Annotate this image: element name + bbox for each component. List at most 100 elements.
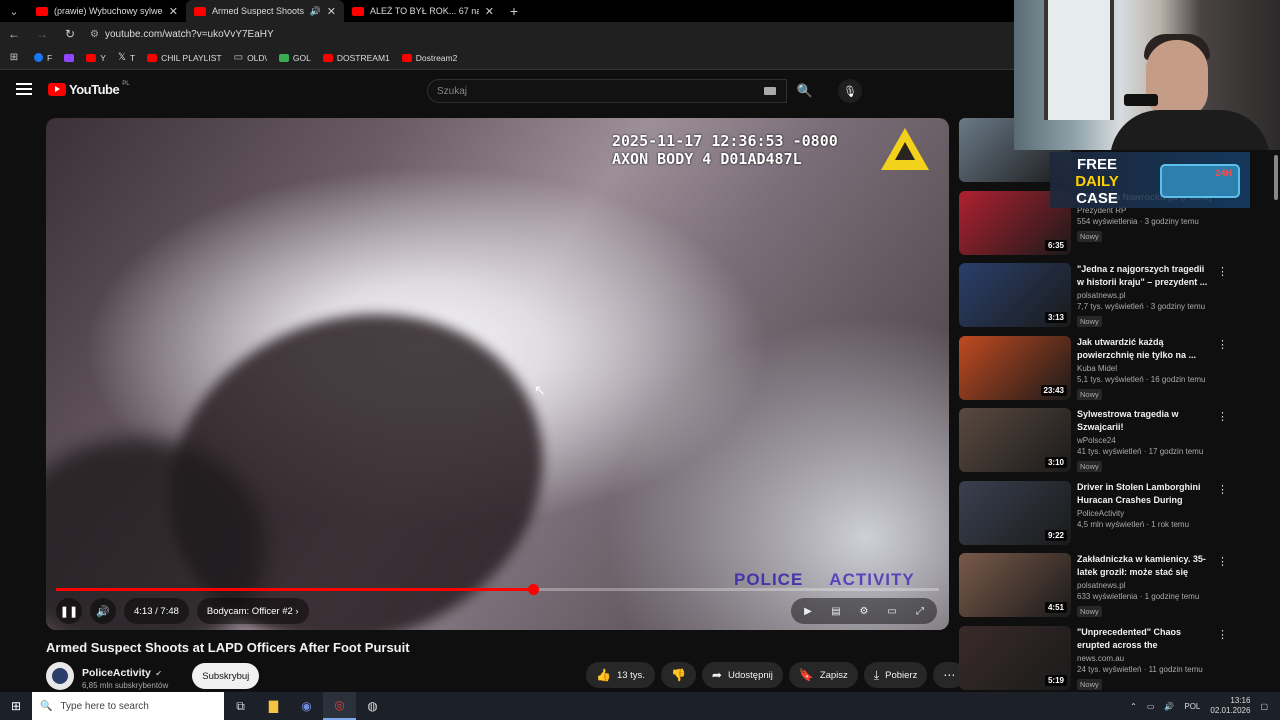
- browser-tab-3[interactable]: ALEŻ TO BYŁ ROK... 67 najlepsz ✕: [344, 0, 502, 22]
- tray-chevron-up-icon[interactable]: ⌃: [1130, 702, 1137, 711]
- language-indicator[interactable]: POL: [1184, 702, 1200, 711]
- recommended-video-info: "Unprecedented" Chaos erupted across the…: [1077, 626, 1212, 692]
- promo-text: FREE DAILY CASE: [1075, 156, 1119, 207]
- clock[interactable]: 13:16 02.01.2026: [1210, 696, 1250, 716]
- mute-button[interactable]: 🔊: [90, 598, 116, 624]
- recommended-title[interactable]: Sylwestrowa tragedia w Szwajcarii!: [1077, 408, 1212, 434]
- more-vertical-icon[interactable]: ⋮: [1217, 628, 1228, 641]
- chapter-button[interactable]: Bodycam: Officer #2 ›: [196, 598, 309, 624]
- share-button[interactable]: ➦ Udostępnij: [701, 662, 783, 688]
- recommended-channel[interactable]: polsatnews.pl: [1077, 291, 1212, 300]
- close-tab-icon[interactable]: ✕: [327, 5, 336, 18]
- more-horizontal-icon: ⋯: [943, 668, 956, 682]
- search-input[interactable]: Szukaj: [427, 79, 787, 103]
- bookmark-dostream1[interactable]: DOSTREAM1: [322, 53, 390, 63]
- youtube-logo[interactable]: YouTube PL: [48, 81, 130, 97]
- page-scrollbar[interactable]: [1272, 150, 1280, 690]
- reload-icon[interactable]: ↻: [62, 27, 78, 41]
- recommended-channel[interactable]: PoliceActivity: [1077, 509, 1212, 518]
- task-view-icon[interactable]: ⧉: [224, 692, 257, 720]
- more-vertical-icon[interactable]: ⋮: [1217, 483, 1228, 496]
- progress-bar[interactable]: [56, 584, 939, 595]
- dislike-button[interactable]: 👎: [660, 662, 696, 688]
- recommended-title[interactable]: "Unprecedented" Chaos erupted across the…: [1077, 626, 1212, 652]
- recommended-channel[interactable]: news.com.au: [1077, 654, 1212, 663]
- taskbar-search-input[interactable]: 🔍 Type here to search: [32, 692, 224, 720]
- back-arrow-icon[interactable]: ←: [6, 27, 22, 41]
- video-thumbnail[interactable]: 4:51: [959, 553, 1071, 617]
- file-explorer-icon[interactable]: ▇: [257, 692, 290, 720]
- video-thumbnail[interactable]: 3:13: [959, 263, 1071, 327]
- chrome-icon[interactable]: ◎: [323, 692, 356, 720]
- pause-button[interactable]: ❚❚: [56, 598, 82, 624]
- recommended-title[interactable]: Zakładniczka w kamienicy. 35-latek grozi…: [1077, 553, 1212, 579]
- menu-hamburger-icon[interactable]: [16, 83, 32, 95]
- subtitles-icon[interactable]: ▤: [829, 606, 843, 617]
- bookmark-dostream2[interactable]: Dostream2: [401, 53, 457, 63]
- obs-icon[interactable]: ◍: [356, 692, 389, 720]
- close-tab-icon[interactable]: ✕: [169, 5, 178, 18]
- video-player[interactable]: 2025-11-17 12:36:53 -0800 AXON BODY 4 D0…: [46, 118, 949, 630]
- bookmark-twitch[interactable]: [64, 53, 75, 62]
- recommended-title[interactable]: Jak utwardzić każdą powierzchnię nie tyl…: [1077, 336, 1212, 362]
- browser-tab-1[interactable]: (prawie) Wybuchowy sylwester ✕: [28, 0, 186, 22]
- tab-search-menu-icon[interactable]: ⌄: [0, 0, 28, 22]
- recommended-video[interactable]: 23:43 Jak utwardzić każdą powierzchnię ni…: [959, 335, 1229, 402]
- notifications-icon[interactable]: ▢: [1260, 702, 1268, 711]
- browser-tab-2-active[interactable]: Armed Suspect Shoots at LAPD 🔊 ✕: [186, 0, 344, 22]
- channel-name[interactable]: PoliceActivity: [82, 667, 151, 679]
- more-vertical-icon[interactable]: ⋮: [1217, 338, 1228, 351]
- settings-gear-icon[interactable]: ⚙: [857, 606, 871, 617]
- recommended-video[interactable]: 4:51 Zakładniczka w kamienicy. 35-latek g…: [959, 553, 1229, 619]
- recommended-title[interactable]: Driver in Stolen Lamborghini Huracan Cra…: [1077, 481, 1212, 507]
- recommended-video[interactable]: 3:13 "Jedna z najgorszych tragedii w hist…: [959, 263, 1229, 329]
- recommended-video[interactable]: 9:22 Driver in Stolen Lamborghini Huracan…: [959, 480, 1229, 547]
- bookmark-folder-old[interactable]: ▭ OLD\: [234, 52, 267, 63]
- download-button[interactable]: ⤓ Pobierz: [863, 662, 928, 688]
- recommended-video[interactable]: 5:19 "Unprecedented" Chaos erupted across…: [959, 625, 1229, 692]
- scrubber-handle[interactable]: [527, 584, 539, 595]
- more-vertical-icon[interactable]: ⋮: [1217, 265, 1228, 278]
- windows-start-icon[interactable]: ⊞: [0, 692, 32, 720]
- bookmark-gol[interactable]: GOL: [278, 53, 311, 63]
- recommended-channel[interactable]: Kuba Midel: [1077, 364, 1212, 373]
- speaker-icon[interactable]: 🔊: [310, 6, 321, 17]
- bookmark-chil-playlist[interactable]: CHIL PLAYLIST: [147, 53, 222, 63]
- subscribe-button[interactable]: Subskrybuj: [192, 663, 260, 689]
- recommended-channel[interactable]: wPolsce24: [1077, 436, 1212, 445]
- search-button[interactable]: 🔍: [787, 79, 823, 103]
- network-icon[interactable]: ▭: [1147, 702, 1155, 711]
- bookmark-facebook[interactable]: F: [34, 53, 52, 63]
- fullscreen-icon[interactable]: ⤢: [913, 606, 927, 617]
- recommended-channel[interactable]: polsatnews.pl: [1077, 581, 1212, 590]
- close-tab-icon[interactable]: ✕: [485, 5, 494, 18]
- new-tab-button[interactable]: +: [502, 3, 526, 19]
- bookmark-youtube[interactable]: Y: [86, 53, 106, 63]
- apps-grid-icon[interactable]: ⊞: [6, 52, 22, 63]
- video-thumbnail[interactable]: 23:43: [959, 335, 1071, 400]
- bookmark-x[interactable]: 𝕏T: [118, 52, 135, 63]
- more-vertical-icon[interactable]: ⋮: [1217, 555, 1228, 568]
- webcam-microphone: [1124, 94, 1158, 106]
- address-field[interactable]: ⚙ youtube.com/watch?v=ukoVvY7EaHY: [90, 29, 274, 40]
- autoplay-toggle-icon[interactable]: ▶: [801, 606, 815, 617]
- recommended-title[interactable]: "Jedna z najgorszych tragedii w historii…: [1077, 263, 1212, 289]
- share-arrow-icon: ➦: [711, 668, 722, 682]
- recommended-video[interactable]: 3:10 Sylwestrowa tragedia w Szwajcarii! wP…: [959, 408, 1229, 474]
- forward-arrow-icon[interactable]: →: [34, 27, 50, 41]
- recommended-meta: 24 tys. wyświetleń · 11 godzin temu: [1077, 664, 1203, 674]
- channel-avatar[interactable]: [46, 662, 74, 690]
- tray-volume-icon[interactable]: 🔊: [1164, 702, 1174, 711]
- video-thumbnail[interactable]: 5:19: [959, 625, 1071, 690]
- keyboard-icon[interactable]: [764, 87, 776, 95]
- theater-mode-icon[interactable]: ▭: [885, 606, 899, 617]
- site-info-icon[interactable]: ⚙: [90, 29, 99, 40]
- save-button[interactable]: 🔖 Zapisz: [788, 662, 858, 688]
- more-vertical-icon[interactable]: ⋮: [1217, 410, 1228, 423]
- like-button[interactable]: 👍 13 tys.: [586, 662, 655, 688]
- discord-icon[interactable]: ◉: [290, 692, 323, 720]
- video-thumbnail[interactable]: 3:10: [959, 408, 1071, 472]
- video-thumbnail[interactable]: 9:22: [959, 480, 1071, 545]
- page-scrollbar-thumb[interactable]: [1274, 155, 1278, 200]
- voice-search-button[interactable]: 🎙: [838, 79, 862, 103]
